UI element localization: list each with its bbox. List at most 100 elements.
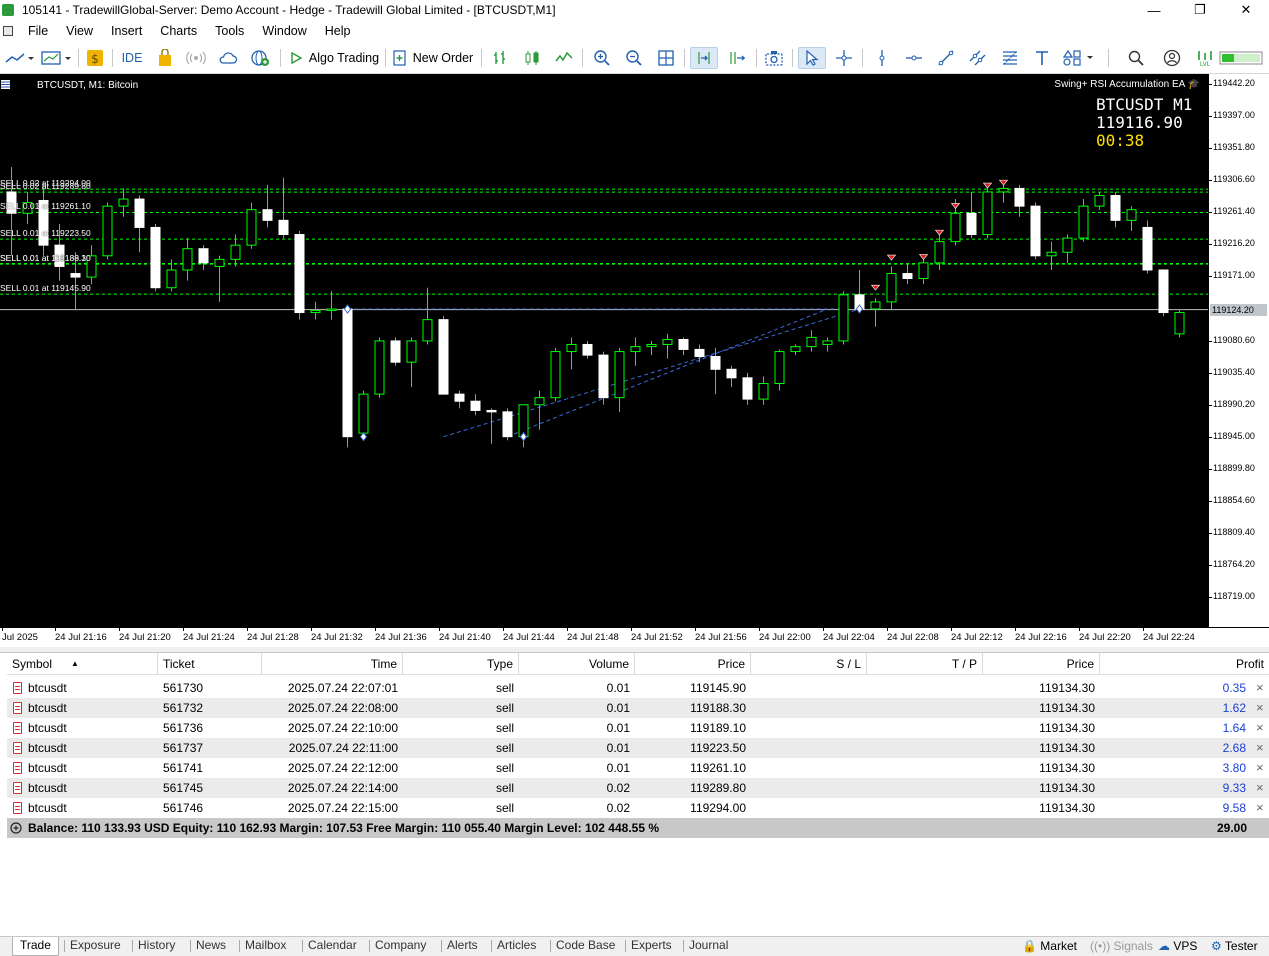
line-chart-icon[interactable] <box>552 47 576 69</box>
col-price[interactable]: Price <box>635 653 751 675</box>
tab-exposure[interactable]: Exposure <box>70 937 121 956</box>
close-position-button[interactable]: × <box>1251 778 1269 798</box>
close-position-button[interactable]: × <box>1251 738 1269 758</box>
market-status[interactable]: 🔒 Market <box>1022 937 1077 956</box>
algo-trading-button[interactable]: Algo Trading <box>286 47 382 69</box>
signals-status[interactable]: ((•)) Signals <box>1090 937 1153 956</box>
minimize-button[interactable]: — <box>1131 0 1177 20</box>
ide-button[interactable]: IDE <box>118 47 146 69</box>
menu-window[interactable]: Window <box>253 24 315 38</box>
cloud-vps-icon: ☁ <box>1158 939 1170 953</box>
zoom-in-icon[interactable] <box>590 47 614 69</box>
trend-line-icon[interactable] <box>934 47 958 69</box>
tile-windows-icon[interactable] <box>654 47 678 69</box>
tab-alerts[interactable]: Alerts <box>447 937 478 956</box>
zoom-out-icon[interactable] <box>622 47 646 69</box>
tab-articles[interactable]: Articles <box>497 937 536 956</box>
position-row[interactable]: btcusdt 561745 2025.07.24 22:14:00 sell 0.02… <box>7 778 1269 798</box>
vertical-line-icon[interactable] <box>870 47 894 69</box>
col-stop-loss[interactable]: S / L <box>751 653 867 675</box>
col-time[interactable]: Time <box>262 653 403 675</box>
window-title: 105141 - TradewillGlobal-Server: Demo Ac… <box>22 3 556 17</box>
time-scale[interactable]: Jul 2025 24 Jul 21:16 24 Jul 21:20 24 Jul 2… <box>0 627 1269 647</box>
bullish-candle <box>758 382 769 400</box>
close-position-button[interactable]: × <box>1251 798 1269 818</box>
position-row[interactable]: btcusdt 561736 2025.07.24 22:10:00 sell 0.01… <box>7 718 1269 738</box>
balance-summary-row[interactable]: Balance: 110 133.93 USD Equity: 110 162.… <box>7 818 1269 838</box>
menu-insert[interactable]: Insert <box>102 24 151 38</box>
tab-experts[interactable]: Experts <box>631 937 672 956</box>
open-price-cell: 119188.30 <box>690 701 746 715</box>
tab-company[interactable]: Company <box>375 937 426 956</box>
order-level-label[interactable]: SELL 0.01 at 119145.90 <box>0 283 91 293</box>
tab-news[interactable]: News <box>196 937 226 956</box>
auto-scroll-icon[interactable] <box>690 47 718 69</box>
fibonacci-icon[interactable] <box>998 47 1022 69</box>
dollar-icon[interactable]: $ <box>84 47 106 69</box>
order-level-label[interactable]: SELL 0.01 at 119261.10 <box>0 201 91 211</box>
crosshair-icon[interactable] <box>832 47 856 69</box>
channel-icon[interactable] <box>966 47 990 69</box>
col-symbol[interactable]: Symbol ▲ <box>7 653 158 675</box>
signal-broadcast-icon[interactable] <box>184 47 208 69</box>
col-take-profit[interactable]: T / P <box>867 653 983 675</box>
menu-view[interactable]: View <box>57 24 102 38</box>
col-ticket[interactable]: Ticket <box>158 653 262 675</box>
cursor-arrow-icon[interactable] <box>798 47 826 69</box>
order-level-label[interactable]: SELL 0.02 at 119289.80 <box>0 181 91 191</box>
templates-icon[interactable] <box>38 47 74 69</box>
tab-history[interactable]: History <box>138 937 175 956</box>
expand-plus-icon[interactable] <box>10 822 22 834</box>
menu-tools[interactable]: Tools <box>206 24 253 38</box>
horizontal-line-icon[interactable] <box>902 47 926 69</box>
vps-status[interactable]: ☁ VPS <box>1158 937 1197 956</box>
tab-calendar[interactable]: Calendar <box>308 937 357 956</box>
cloud-icon[interactable] <box>216 47 240 69</box>
new-order-button[interactable]: New Order <box>390 47 476 69</box>
last-price: 119116.90 <box>1096 113 1183 132</box>
connection-status-icon[interactable] <box>1218 47 1264 69</box>
col-current-price[interactable]: Price <box>983 653 1100 675</box>
tester-status[interactable]: ⚙ Tester <box>1211 937 1258 956</box>
chart-shift-icon[interactable] <box>722 47 750 69</box>
shapes-icon[interactable] <box>1060 47 1098 69</box>
screenshot-camera-icon[interactable] <box>762 47 786 69</box>
tab-code-base[interactable]: Code Base <box>556 937 615 956</box>
restore-button[interactable]: ❐ <box>1177 0 1223 20</box>
menu-file[interactable]: File <box>19 24 57 38</box>
tab-journal[interactable]: Journal <box>689 937 728 956</box>
close-position-button[interactable]: × <box>1251 698 1269 718</box>
candlestick-icon[interactable] <box>520 47 544 69</box>
price-scale[interactable]: 119442.20 119397.00 119351.80 119306.60 1192… <box>1208 74 1269 627</box>
menu-help[interactable]: Help <box>316 24 360 38</box>
chart-type-icon[interactable] <box>2 47 36 69</box>
account-icon[interactable] <box>1160 47 1184 69</box>
globe-plus-icon[interactable] <box>248 47 272 69</box>
text-tool-icon[interactable] <box>1030 47 1054 69</box>
bar-chart-icon[interactable] <box>488 47 512 69</box>
position-row[interactable]: btcusdt 561737 2025.07.24 22:11:00 sell 0.01… <box>7 738 1269 758</box>
order-level-label[interactable]: SELL 0.01 at 119223.50 <box>0 228 91 238</box>
position-row[interactable]: btcusdt 561746 2025.07.24 22:15:00 sell 0.02… <box>7 798 1269 818</box>
position-row[interactable]: btcusdt 561741 2025.07.24 22:12:00 sell 0.01… <box>7 758 1269 778</box>
close-position-button[interactable]: × <box>1251 718 1269 738</box>
menu-charts[interactable]: Charts <box>151 24 206 38</box>
order-level-label[interactable]: SELL 0.01 at 119188.30 <box>0 253 91 263</box>
level-signal-icon[interactable]: LVL <box>1194 47 1216 69</box>
search-icon[interactable] <box>1124 47 1148 69</box>
close-position-button[interactable]: × <box>1251 758 1269 778</box>
price-chart[interactable]: BTCUSDT, M1: Bitcoin Swing+ RSI Accumula… <box>0 74 1208 627</box>
tab-trade[interactable]: Trade <box>12 937 59 956</box>
col-volume[interactable]: Volume <box>519 653 635 675</box>
algo-trading-label: Algo Trading <box>308 51 380 65</box>
document-menu-icon[interactable] <box>3 26 13 36</box>
shopping-bag-icon[interactable] <box>154 47 176 69</box>
bearish-candle <box>582 343 593 356</box>
position-row[interactable]: btcusdt 561732 2025.07.24 22:08:00 sell 0.01… <box>7 698 1269 718</box>
close-position-button[interactable]: × <box>1251 678 1269 698</box>
position-row[interactable]: btcusdt 561730 2025.07.24 22:07:01 sell 0.01… <box>7 678 1269 698</box>
col-profit[interactable]: Profit <box>1100 653 1269 675</box>
col-type[interactable]: Type <box>403 653 519 675</box>
close-button[interactable]: ✕ <box>1223 0 1269 20</box>
tab-mailbox[interactable]: Mailbox <box>245 937 286 956</box>
